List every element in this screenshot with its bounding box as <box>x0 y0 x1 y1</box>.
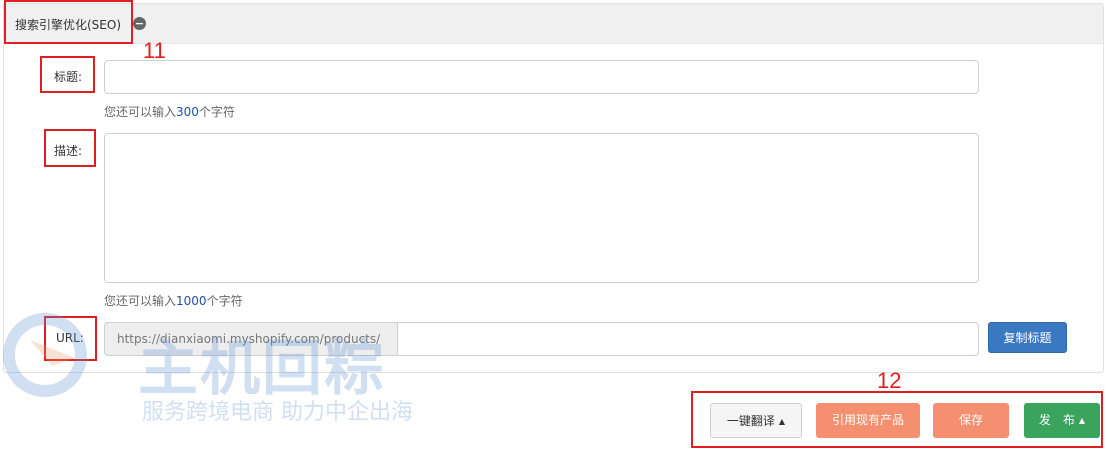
seo-panel-header[interactable]: 搜索引擎优化(SEO) − <box>4 4 1103 44</box>
annotation-box-url-label <box>44 316 97 361</box>
quote-existing-product-button[interactable]: 引用现有产品 <box>816 403 920 438</box>
publish-button-label: 发 布 <box>1038 413 1075 427</box>
save-button[interactable]: 保存 <box>933 403 1009 438</box>
url-handle-input[interactable] <box>397 322 979 356</box>
annotation-box-description-label <box>44 129 96 167</box>
publish-button[interactable]: 发 布 ▲ <box>1024 403 1100 438</box>
translate-button[interactable]: 一键翻译 ▲ <box>710 403 802 438</box>
title-hint-prefix: 您还可以输入 <box>104 105 177 119</box>
desc-hint-count: 1000 <box>176 294 207 308</box>
caret-up-icon-2: ▲ <box>1078 416 1086 425</box>
minus-circle-icon[interactable]: − <box>133 17 146 30</box>
translate-button-label: 一键翻译 <box>726 414 775 428</box>
desc-hint-prefix: 您还可以输入 <box>104 294 177 308</box>
caret-up-icon: ▲ <box>778 417 786 426</box>
title-hint-count: 300 <box>176 105 199 119</box>
annotation-box-seo-title <box>4 0 133 44</box>
watermark-sub-text-2: 服务跨境电商 助力中企出海 <box>142 400 413 425</box>
title-hint-suffix: 个字符 <box>198 105 235 119</box>
copy-title-button[interactable]: 复制标题 <box>988 322 1067 353</box>
description-char-hint: 您还可以输入1000个字符 <box>104 292 243 309</box>
url-prefix-addon: https://dianxiaomi.myshopify.com/product… <box>104 322 398 356</box>
title-char-hint: 您还可以输入300个字符 <box>104 103 235 120</box>
description-textarea[interactable] <box>104 133 979 283</box>
title-input[interactable] <box>104 60 979 94</box>
annotation-box-title-label <box>40 56 95 93</box>
desc-hint-suffix: 个字符 <box>206 294 243 308</box>
